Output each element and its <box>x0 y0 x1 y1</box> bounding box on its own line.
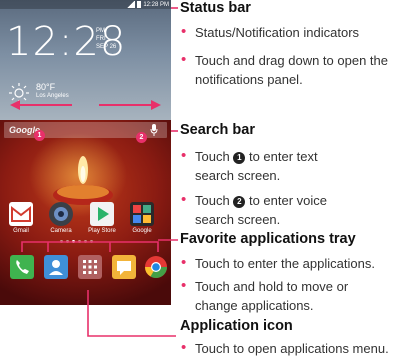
battery-icon <box>137 1 142 8</box>
mic-icon[interactable] <box>150 124 158 136</box>
clock-ampm: PM <box>96 28 105 34</box>
play-store-icon[interactable] <box>90 202 114 226</box>
page-indicator <box>60 240 93 243</box>
status-time: 12:28 PM <box>143 1 169 8</box>
phone-icon[interactable] <box>10 255 34 279</box>
number-two-icon: 2 <box>233 195 246 208</box>
bullet-dot: • <box>181 254 187 271</box>
chrome-icon[interactable] <box>144 255 168 279</box>
bullet-dot: • <box>181 339 187 356</box>
bullet-dot: • <box>181 147 187 164</box>
phone-home-screen: 12:28 PM 12:28 PM FRI SEP 26 80°F Los An… <box>0 0 171 305</box>
clock-meta: PM FRI SEP 26 <box>96 27 116 51</box>
bullet-dot: • <box>181 191 187 208</box>
app-label-gmail: Gmail <box>13 228 29 234</box>
messaging-icon[interactable] <box>112 255 136 279</box>
badge-one: 1 <box>34 130 45 141</box>
swipe-arrows-icon <box>10 100 161 110</box>
gmail-icon[interactable] <box>9 202 33 226</box>
favorite-apps-tray <box>0 250 171 290</box>
app-label-play-store: Play Store <box>88 228 116 234</box>
bullet-dot: • <box>181 277 187 294</box>
bullet-dot: • <box>181 23 187 40</box>
search-bar-bullet-2: • Touch 2 to enter voice search screen. <box>181 191 327 227</box>
favorites-bullet-2: • Touch and hold to move or change appli… <box>181 277 349 313</box>
status-indicators: 12:28 PM <box>127 0 169 9</box>
google-folder-icon[interactable] <box>130 202 154 226</box>
app-icon-heading: Application icon <box>180 318 293 334</box>
apps-grid-icon[interactable] <box>78 255 102 279</box>
search-bar-heading: Search bar <box>180 122 255 138</box>
app-icon-bullet-1: • Touch to open applications menu. <box>181 339 389 356</box>
search-bar-bullet-1: • Touch 1 to enter text search screen. <box>181 147 318 183</box>
status-bar-heading: Status bar <box>180 0 251 16</box>
app-label-google: Google <box>132 228 152 234</box>
number-one-icon: 1 <box>233 151 246 164</box>
status-bar-bullet-2: • Touch and drag down to open the notifi… <box>181 51 388 87</box>
clock-date: SEP 26 <box>96 44 117 50</box>
candle-wallpaper-image <box>53 156 113 205</box>
status-bar-bullet-1: • Status/Notification indicators <box>181 23 360 40</box>
contacts-icon[interactable] <box>44 255 68 279</box>
camera-icon[interactable] <box>49 202 73 226</box>
status-bar[interactable]: 12:28 PM <box>0 0 171 9</box>
signal-icon <box>127 1 136 8</box>
favorites-heading: Favorite applications tray <box>180 231 356 247</box>
badge-two: 2 <box>136 132 147 143</box>
clock-day: FRI <box>96 36 106 42</box>
app-label-camera: Camera <box>50 228 72 234</box>
bullet-dot: • <box>181 51 187 68</box>
favorites-bullet-1: • Touch to enter the applications. <box>181 254 375 271</box>
